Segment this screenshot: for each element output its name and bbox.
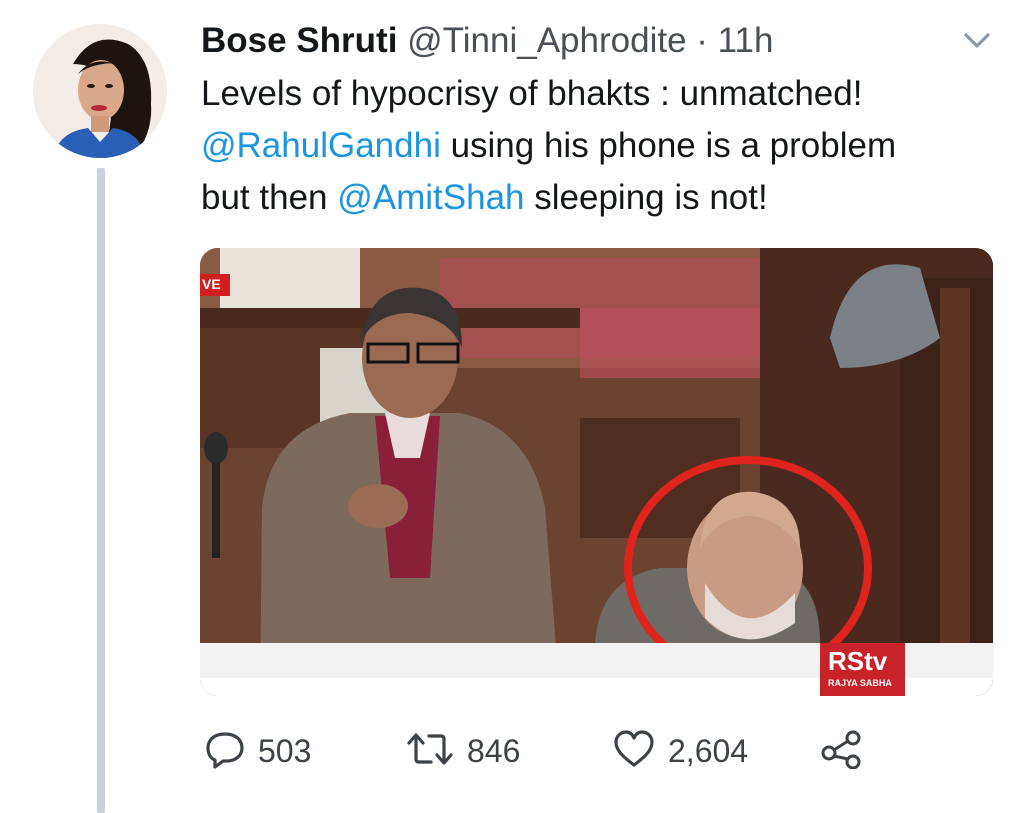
like-count: 2,604 [668,732,749,769]
live-badge: VE [202,276,221,292]
thread-line [97,168,105,813]
tweet-text-segment: sleeping is not! [524,178,768,217]
retweet-icon [405,729,455,774]
tweet-text-line: @RahulGandhi using his phone is a proble… [201,120,1001,172]
share-icon [820,729,864,774]
display-name[interactable]: Bose Shruti [201,21,397,60]
tweet: Bose Shruti @Tinni_Aphrodite · 11h Level… [0,0,1024,813]
channel-logo: RStv [828,646,888,676]
tweet-actions: 503 846 2,604 [200,728,900,774]
timestamp[interactable]: 11h [718,21,774,60]
separator-dot: · [696,21,708,60]
like-button[interactable]: 2,604 [612,728,748,774]
avatar[interactable] [33,24,167,158]
tweet-text: Levels of hypocrisy of bhakts : unmatche… [201,68,1001,224]
tweet-media-photo[interactable]: VE RStv RAJYA SABHA [200,248,993,696]
user-handle[interactable]: @Tinni_Aphrodite [407,21,686,60]
reply-count: 503 [258,732,312,769]
tweet-header: Bose Shruti @Tinni_Aphrodite · 11h [201,20,773,62]
retweet-button[interactable]: 846 [405,728,520,774]
heart-icon [612,729,656,774]
share-button[interactable] [820,728,864,774]
tweet-text-line: but then @AmitShah sleeping is not! [201,172,1001,224]
tweet-text-segment: using his phone is a problem [440,126,897,165]
mention-link[interactable]: @AmitShah [337,178,524,217]
mention-link[interactable]: @RahulGandhi [201,126,441,165]
tweet-text-segment: but then [201,178,338,217]
tweet-text-line: Levels of hypocrisy of bhakts : unmatche… [201,74,863,113]
chevron-down-icon[interactable] [957,26,997,56]
retweet-count: 846 [467,732,521,769]
channel-subtitle: RAJYA SABHA [828,678,892,688]
reply-button[interactable]: 503 [204,728,311,774]
reply-icon [204,729,246,774]
